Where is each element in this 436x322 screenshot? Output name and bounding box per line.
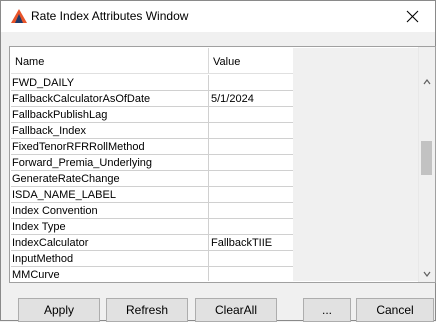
row-value-cell[interactable] [209,219,293,235]
table-row[interactable]: FixedTenorRFRRollMethod [11,139,293,155]
more-button[interactable]: ... [303,298,351,322]
row-name-cell[interactable]: Index Type [11,219,209,235]
row-value-cell[interactable] [209,267,293,281]
row-name-cell[interactable]: Fallback_Index [11,123,209,139]
vertical-scrollbar[interactable] [418,47,435,282]
title-bar: Rate Index Attributes Window [1,1,435,32]
row-value-cell[interactable] [209,107,293,123]
row-name-cell[interactable]: FallbackPublishLag [11,107,209,123]
triangle-logo-icon [10,8,28,24]
row-value-cell[interactable] [209,251,293,267]
row-name-cell[interactable]: GenerateRateChange [11,171,209,187]
row-value-cell[interactable] [209,155,293,171]
close-icon [406,10,419,23]
table-row[interactable]: Forward_Premia_Underlying [11,155,293,171]
refresh-button[interactable]: Refresh [106,298,188,322]
row-value-cell[interactable]: FallbackTIIE [209,235,293,251]
row-name-cell[interactable]: ISDA_NAME_LABEL [11,187,209,203]
grid-header: Name Value [11,48,293,74]
window-title: Rate Index Attributes Window [31,9,189,23]
grid-rows: FWD_DAILY FallbackCalculatorAsOfDate 5/1/2… [11,75,293,281]
row-value-cell[interactable] [209,123,293,139]
row-name-cell[interactable]: FallbackCalculatorAsOfDate [11,91,209,107]
table-row[interactable]: MMCurve [11,267,293,281]
table-row[interactable]: GenerateRateChange [11,171,293,187]
clearall-button[interactable]: ClearAll [195,298,277,322]
table-row[interactable]: InputMethod [11,251,293,267]
row-name-cell[interactable]: FixedTenorRFRRollMethod [11,139,209,155]
row-value-cell[interactable] [209,139,293,155]
table-row[interactable]: Index Type [11,219,293,235]
row-value-cell[interactable] [209,187,293,203]
scroll-up-arrow-icon[interactable] [422,77,432,87]
row-name-cell[interactable]: MMCurve [11,267,209,281]
table-row[interactable]: IndexCalculator FallbackTIIE [11,235,293,251]
grid-empty-area [293,48,420,281]
row-value-cell[interactable] [209,75,293,91]
table-row[interactable]: FWD_DAILY [11,75,293,91]
rate-index-attributes-window: Rate Index Attributes Window Name Value … [0,0,436,322]
close-button[interactable] [391,1,435,32]
table-row[interactable]: FallbackCalculatorAsOfDate 5/1/2024 [11,91,293,107]
row-value-cell[interactable] [209,203,293,219]
cancel-button[interactable]: Cancel [356,298,434,322]
row-name-cell[interactable]: FWD_DAILY [11,75,209,91]
row-name-cell[interactable]: Index Convention [11,203,209,219]
table-row[interactable]: Fallback_Index [11,123,293,139]
row-value-cell[interactable] [209,171,293,187]
row-name-cell[interactable]: InputMethod [11,251,209,267]
scroll-down-arrow-icon[interactable] [422,269,432,279]
table-row[interactable]: Index Convention [11,203,293,219]
grid-content: Name Value FWD_DAILY FallbackCalculatorAs… [11,48,293,281]
scrollbar-thumb[interactable] [421,141,432,175]
row-name-cell[interactable]: IndexCalculator [11,235,209,251]
row-name-cell[interactable]: Forward_Premia_Underlying [11,155,209,171]
attributes-grid: Name Value FWD_DAILY FallbackCalculatorAs… [9,46,436,283]
table-row[interactable]: FallbackPublishLag [11,107,293,123]
row-value-cell[interactable]: 5/1/2024 [209,91,293,107]
apply-button[interactable]: Apply [18,298,100,322]
table-row[interactable]: ISDA_NAME_LABEL [11,187,293,203]
column-header-name[interactable]: Name [11,48,209,73]
column-header-value[interactable]: Value [209,48,293,73]
